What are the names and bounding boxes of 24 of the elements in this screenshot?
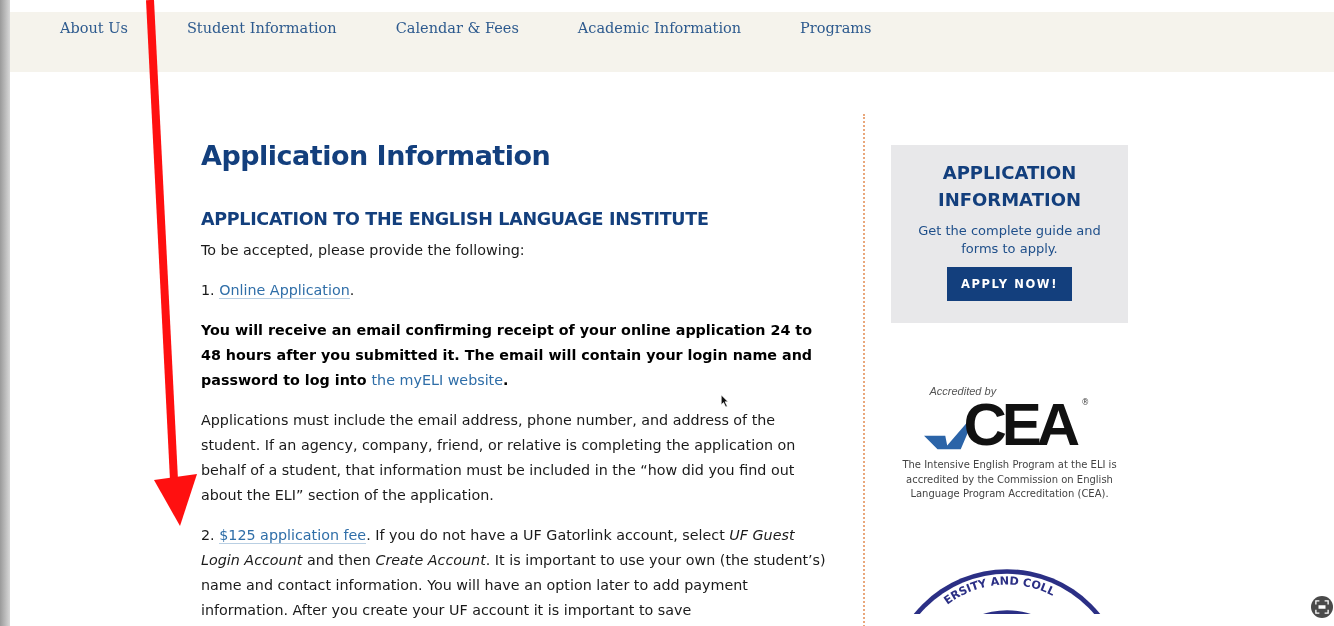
apply-button[interactable]: APPLY NOW! bbox=[947, 267, 1072, 301]
paragraph: Applications must include the email address, phone number, and address of the student. If an agency, company, friend, or relative is completing the application on behalf of a student, that information must be included in the “how did you find out about the ELI” section of the application. bbox=[201, 411, 797, 505]
text-link[interactable]: Online Application bbox=[219, 282, 350, 299]
paragraph: You will receive an email confirming receipt of your online application 24 to 48 hours after you submitted it. The email will contain your login name and password to log into the myELI website. bbox=[201, 321, 814, 390]
promo-title: APPLICATION INFORMATION bbox=[937, 161, 1082, 212]
paragraph: To be accepted, please provide the following: bbox=[201, 241, 526, 260]
nav-link[interactable]: About Us bbox=[60, 19, 128, 37]
nav-link[interactable]: Academic Information bbox=[577, 19, 742, 37]
logo-text: CEA bbox=[963, 398, 1076, 452]
accreditation-caption: The Intensive English Program at the ELI is accredited by the Commission on English Language Program Accreditation (CEA). bbox=[901, 458, 1118, 501]
nav-link[interactable]: Programs bbox=[800, 19, 872, 37]
paragraph: 1. Online Application. bbox=[201, 281, 356, 301]
nav-link[interactable]: Student Information bbox=[186, 19, 337, 37]
section-heading: APPLICATION TO THE ENGLISH LANGUAGE INSTITUTE bbox=[201, 208, 710, 231]
cursor-icon bbox=[721, 395, 729, 407]
promo-text: Get the complete guide and forms to apply. bbox=[917, 222, 1102, 258]
logo-tagline: Accredited by bbox=[929, 385, 998, 398]
registered-mark: ® bbox=[1081, 398, 1090, 407]
paragraph: 2. $125 application fee. If you do not have a UF Gatorlink account, select UF Guest Login Account and then Create Account. It is important to use your own (the student’s) name and contact information. You will have an option later to add payment information. After you create your UF account it is important to save bbox=[201, 526, 827, 620]
nav-link[interactable]: Calendar & Fees bbox=[395, 19, 519, 37]
text-link[interactable]: $125 application fee bbox=[219, 527, 367, 544]
page-title: Application Information bbox=[201, 139, 552, 173]
text-link[interactable]: the myELI website bbox=[371, 372, 504, 388]
scan-icon[interactable] bbox=[1311, 596, 1333, 618]
